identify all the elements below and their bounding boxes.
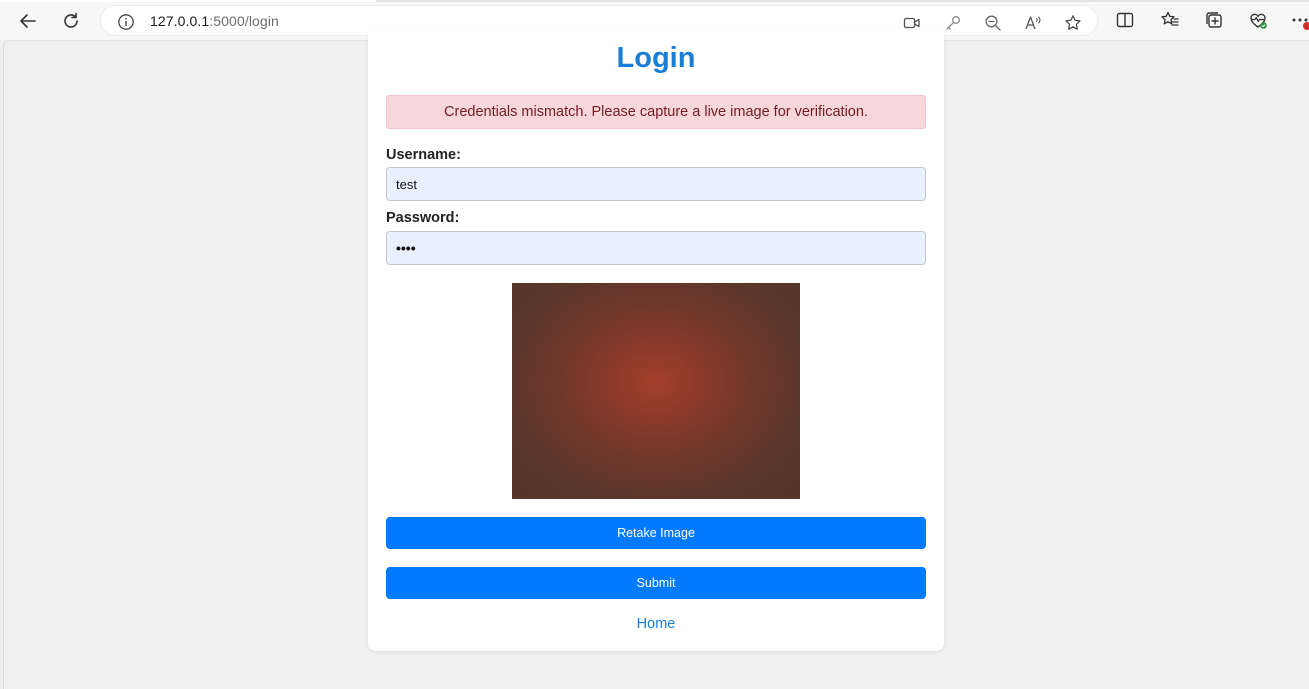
active-tab-line [0,0,376,2]
zoom-out-icon[interactable] [984,14,1002,32]
captured-image [512,283,800,499]
password-field[interactable] [386,231,926,265]
back-arrow-icon[interactable] [15,8,41,34]
collections-icon[interactable] [1204,10,1224,30]
username-label: Username: [386,147,461,163]
submit-button[interactable]: Submit [386,567,926,599]
key-icon[interactable] [944,14,962,32]
home-link[interactable]: Home [386,616,926,632]
url-text[interactable]: 127.0.0.1:5000/login [150,13,279,29]
notification-badge [1303,22,1309,30]
error-alert: Credentials mismatch. Please capture a l… [386,95,926,129]
read-aloud-icon[interactable] [1024,14,1042,32]
favorites-icon[interactable] [1160,10,1180,30]
username-field[interactable] [386,167,926,201]
star-icon[interactable] [1064,14,1082,32]
error-alert-text: Credentials mismatch. Please capture a l… [444,104,868,120]
password-label: Password: [386,210,460,226]
url-host: 127.0.0.1 [150,13,210,29]
refresh-icon[interactable] [58,8,84,34]
info-icon[interactable] [117,13,135,31]
page-title-wrap: Login [368,40,944,80]
split-screen-icon[interactable] [1115,10,1135,30]
page-title: Login [616,42,696,74]
browser-essentials-icon[interactable] [1248,10,1268,30]
url-path: :5000/login [209,13,279,29]
retake-image-button[interactable]: Retake Image [386,517,926,549]
